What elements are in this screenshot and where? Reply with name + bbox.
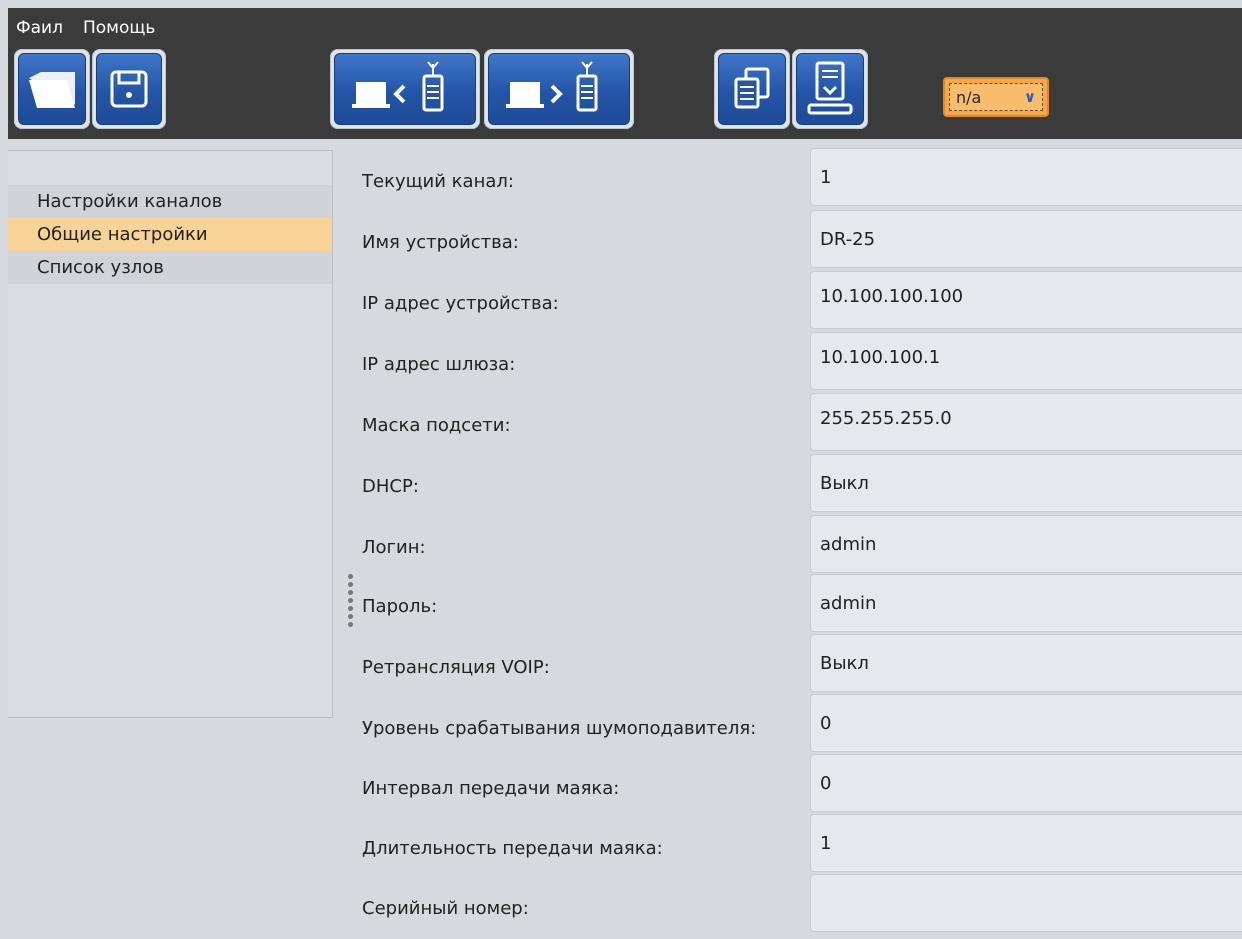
device-combo[interactable]: n/a ∨ xyxy=(943,77,1049,117)
menu-file[interactable]: Фаил xyxy=(16,18,63,38)
field-subnet-mask[interactable]: 255.255.255.0 xyxy=(810,393,1242,451)
computer-to-radio-icon xyxy=(506,61,598,112)
label-beacon-duration: Длительность передачи маяка: xyxy=(362,838,663,859)
folder-icon xyxy=(29,72,75,108)
sidebar-item-channel-settings[interactable]: Настройки каналов xyxy=(8,185,332,218)
label-device-ip: IP адрес устройства: xyxy=(362,293,559,314)
field-squelch-level[interactable]: 0 xyxy=(810,694,1242,752)
sidebar-item-node-list[interactable]: Список узлов xyxy=(8,251,332,284)
label-voip-relay: Ретрансляция VOIP: xyxy=(362,657,550,678)
label-dhcp: DHCP: xyxy=(362,476,419,497)
chevron-down-icon: ∨ xyxy=(1023,88,1036,106)
field-voip-relay[interactable]: Выкл xyxy=(810,634,1242,692)
field-device-ip[interactable]: 10.100.100.100 xyxy=(810,271,1242,329)
label-serial-number: Серийный номер: xyxy=(362,898,529,919)
copy-documents-icon xyxy=(734,67,770,109)
floppy-disk-icon xyxy=(110,70,148,108)
field-gateway-ip[interactable]: 10.100.100.1 xyxy=(810,332,1242,390)
label-subnet-mask: Маска подсети: xyxy=(362,415,511,436)
save-file-button[interactable] xyxy=(92,49,166,129)
sidebar: Настройки каналов Общие настройки Список… xyxy=(8,150,333,718)
sidebar-item-general-settings[interactable]: Общие настройки xyxy=(8,218,332,251)
field-beacon-interval[interactable]: 0 xyxy=(810,754,1242,812)
field-beacon-duration[interactable]: 1 xyxy=(810,814,1242,872)
firmware-upload-button[interactable] xyxy=(792,49,868,129)
field-dhcp[interactable]: Выкл xyxy=(810,454,1242,512)
field-device-name[interactable]: DR-25 xyxy=(810,210,1242,268)
label-current-channel: Текущий канал: xyxy=(362,171,514,192)
write-to-device-button[interactable] xyxy=(484,49,634,129)
field-serial-number[interactable] xyxy=(810,874,1242,932)
label-device-name: Имя устройства: xyxy=(362,232,519,253)
label-gateway-ip: IP адрес шлюза: xyxy=(362,354,516,375)
menu-help[interactable]: Помощь xyxy=(83,18,155,38)
label-password: Пароль: xyxy=(362,596,438,617)
computer-from-radio-icon xyxy=(352,61,444,112)
field-password[interactable]: admin xyxy=(810,574,1242,632)
label-squelch-level: Уровень срабатывания шумоподавителя: xyxy=(362,718,757,739)
field-login[interactable]: admin xyxy=(810,515,1242,573)
menu-bar: Фаил Помощь xyxy=(8,10,177,46)
device-combo-value: n/a xyxy=(956,87,982,107)
splitter-handle[interactable] xyxy=(348,574,354,632)
download-document-icon xyxy=(807,61,853,115)
field-current-channel[interactable]: 1 xyxy=(810,148,1242,206)
label-beacon-interval: Интервал передачи маяка: xyxy=(362,778,620,799)
copy-button[interactable] xyxy=(714,49,790,129)
read-from-device-button[interactable] xyxy=(330,49,480,129)
label-login: Логин: xyxy=(362,537,426,558)
open-file-button[interactable] xyxy=(14,49,90,129)
